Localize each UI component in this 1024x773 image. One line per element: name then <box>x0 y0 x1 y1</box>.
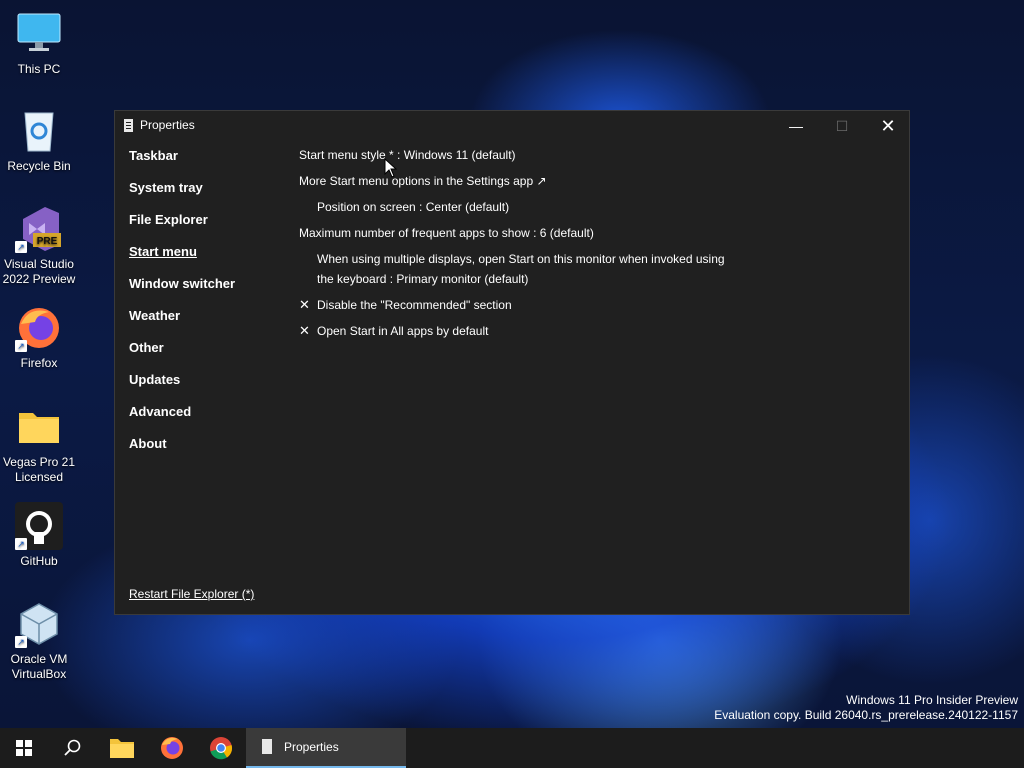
sidebar-item-taskbar[interactable]: Taskbar <box>129 147 235 179</box>
properties-app-icon <box>262 739 272 754</box>
os-watermark: Windows 11 Pro Insider Preview Evaluatio… <box>714 693 1018 723</box>
sidebar-item-advanced[interactable]: Advanced <box>129 403 235 435</box>
search-icon <box>64 739 81 756</box>
visual-studio-icon: PRE ↗ <box>15 205 63 253</box>
sidebar-item-updates[interactable]: Updates <box>129 371 235 403</box>
shortcut-arrow-icon: ↗ <box>15 636 27 648</box>
properties-window: Properties — ☐ ✕ Taskbar System tray Fil… <box>114 110 910 615</box>
maximize-button[interactable]: ☐ <box>819 111 865 141</box>
monitor-icon <box>15 10 63 58</box>
taskbar: Properties <box>0 728 1024 768</box>
desktop-icon-label: Firefox <box>20 356 58 370</box>
properties-app-icon <box>124 119 133 132</box>
desktop-icon-this-pc[interactable]: This PC <box>1 10 77 77</box>
more-start-options-link[interactable]: More Start menu options in the Settings … <box>299 171 547 191</box>
firefox-taskbar-button[interactable] <box>148 728 196 768</box>
start-menu-style-setting[interactable]: Start menu style * : Windows 11 (default… <box>299 145 516 165</box>
disable-recommended-label: Disable the "Recommended" section <box>317 298 512 312</box>
max-frequent-apps-setting[interactable]: Maximum number of frequent apps to show … <box>299 223 594 243</box>
windows-logo-icon <box>16 740 32 756</box>
window-titlebar[interactable]: Properties — ☐ ✕ <box>115 111 909 141</box>
sidebar-item-about[interactable]: About <box>129 435 235 467</box>
restart-file-explorer-link[interactable]: Restart File Explorer (*) <box>129 587 254 601</box>
taskbar-app-label: Properties <box>284 740 339 754</box>
pre-badge: PRE <box>37 236 58 247</box>
desktop-icon-virtualbox[interactable]: ↗ Oracle VM VirtualBox <box>1 600 77 682</box>
checked-x-icon: ✕ <box>299 323 310 338</box>
watermark-line-1: Windows 11 Pro Insider Preview <box>846 693 1018 707</box>
folder-icon <box>110 739 134 758</box>
open-all-apps-label: Open Start in All apps by default <box>317 324 489 338</box>
desktop-icon-vegas-pro[interactable]: Vegas Pro 21 Licensed <box>1 403 77 485</box>
close-button[interactable]: ✕ <box>865 111 911 141</box>
desktop-icon-label: Vegas Pro 21 Licensed <box>2 455 76 484</box>
shortcut-arrow-icon: ↗ <box>15 241 27 253</box>
desktop-icon-label: Oracle VM VirtualBox <box>10 652 68 681</box>
chrome-icon <box>210 737 233 760</box>
desktop-icon-label: Recycle Bin <box>7 159 71 173</box>
multi-display-setting-line-2[interactable]: the keyboard : Primary monitor (default) <box>317 269 528 289</box>
desktop-icon-label: Visual Studio 2022 Preview <box>2 257 76 286</box>
shortcut-arrow-icon: ↗ <box>15 340 27 352</box>
desktop-icon-firefox[interactable]: ↗ Firefox <box>1 304 77 371</box>
firefox-icon <box>161 737 183 759</box>
desktop-icon-label: GitHub <box>20 554 58 568</box>
sidebar-item-weather[interactable]: Weather <box>129 307 235 339</box>
shortcut-arrow-icon: ↗ <box>15 538 27 550</box>
desktop-icon-github[interactable]: ↗ GitHub <box>1 502 77 569</box>
search-button[interactable] <box>48 728 96 768</box>
desktop-icon-visual-studio[interactable]: PRE ↗ Visual Studio 2022 Preview <box>1 205 77 287</box>
virtualbox-icon: ↗ <box>15 600 63 648</box>
minimize-button[interactable]: — <box>773 111 819 141</box>
multi-display-setting-line-1[interactable]: When using multiple displays, open Start… <box>317 249 725 269</box>
start-button[interactable] <box>0 728 48 768</box>
recycle-bin-icon <box>15 107 63 155</box>
file-explorer-taskbar-button[interactable] <box>98 728 146 768</box>
sidebar-item-system-tray[interactable]: System tray <box>129 179 235 211</box>
sidebar-item-file-explorer[interactable]: File Explorer <box>129 211 235 243</box>
sidebar-item-start-menu[interactable]: Start menu <box>129 243 235 275</box>
folder-icon <box>15 403 63 451</box>
position-on-screen-setting[interactable]: Position on screen : Center (default) <box>317 197 509 217</box>
firefox-icon: ↗ <box>15 304 63 352</box>
sidebar-item-other[interactable]: Other <box>129 339 235 371</box>
window-title: Properties <box>140 118 195 132</box>
github-icon: ↗ <box>15 502 63 550</box>
sidebar-item-window-switcher[interactable]: Window switcher <box>129 275 235 307</box>
checked-x-icon: ✕ <box>299 297 310 312</box>
desktop-icon-recycle-bin[interactable]: Recycle Bin <box>1 107 77 174</box>
chrome-taskbar-button[interactable] <box>197 728 245 768</box>
sidebar-nav: Taskbar System tray File Explorer Start … <box>129 147 235 467</box>
watermark-line-2: Evaluation copy. Build 26040.rs_prerelea… <box>714 708 1018 722</box>
desktop-icon-label: This PC <box>17 62 61 76</box>
properties-taskbar-button[interactable]: Properties <box>246 728 406 768</box>
